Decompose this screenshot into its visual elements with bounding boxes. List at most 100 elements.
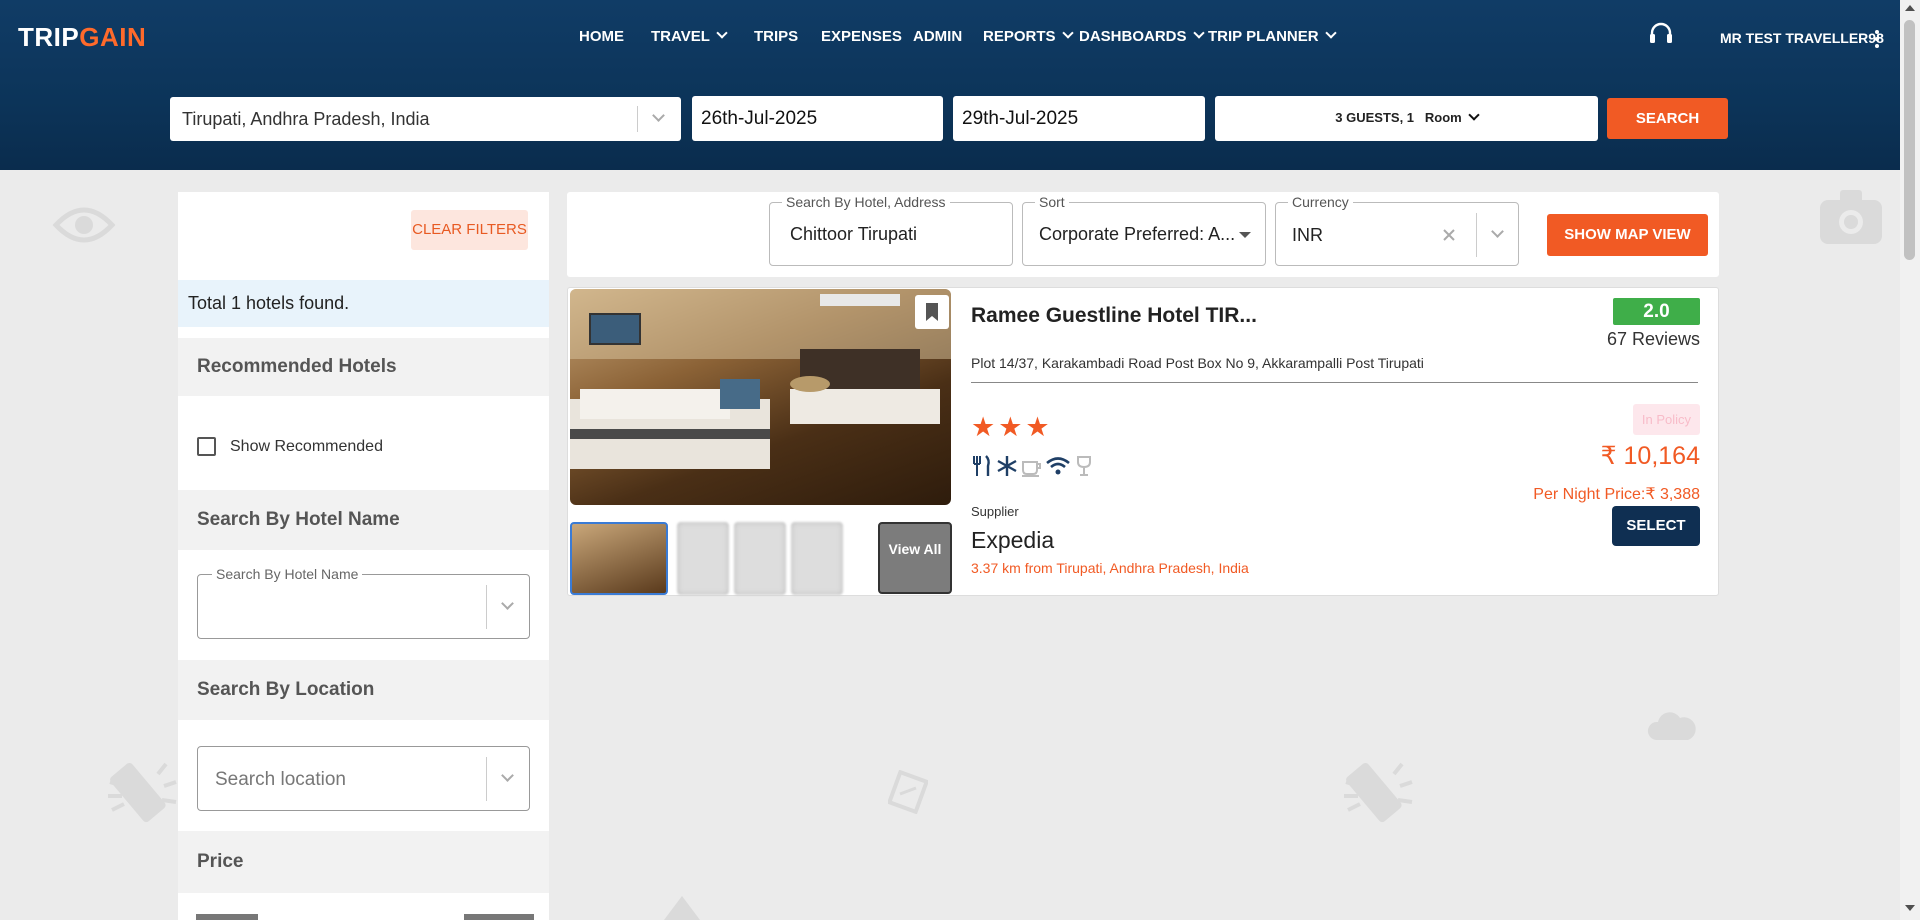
currency-value: INR <box>1292 225 1323 245</box>
chevron-down-icon <box>1468 109 1480 121</box>
bookmark-button[interactable] <box>915 295 949 329</box>
select-hotel-button[interactable]: SELECT <box>1612 506 1700 546</box>
checkin-date-field[interactable]: 26th-Jul-2025 <box>692 96 943 141</box>
search-button[interactable]: SEARCH <box>1607 98 1728 139</box>
clear-filters-button[interactable]: CLEAR FILTERS <box>411 210 528 250</box>
ticket-doodle-icon <box>888 770 928 814</box>
clear-x-icon[interactable] <box>1442 228 1456 242</box>
nav-admin[interactable]: ADMIN <box>913 28 962 45</box>
top-header: TRIPGAIN HOME TRAVEL TRIPS EXPENSES ADMI… <box>0 0 1900 170</box>
divider <box>486 757 487 801</box>
checkout-date: 29th-Jul-2025 <box>962 108 1079 129</box>
recommended-hotels-heading: Recommended Hotels <box>178 338 549 396</box>
supplier-label: Supplier <box>971 504 1019 519</box>
page-scrollbar[interactable] <box>1900 0 1920 920</box>
distance-text: 3.37 km from Tirupati, Andhra Pradesh, I… <box>971 560 1249 576</box>
chevron-down-icon[interactable] <box>1491 225 1504 238</box>
thumbnail-2[interactable] <box>677 522 729 595</box>
more-menu-icon[interactable] <box>1874 30 1880 48</box>
scroll-up-arrow-icon[interactable] <box>1905 5 1915 11</box>
rating-badge: 2.0 <box>1613 298 1700 325</box>
thumbnail-3[interactable] <box>734 522 786 595</box>
location-search-select[interactable]: Search location <box>197 746 530 811</box>
show-recommended-checkbox[interactable] <box>197 437 216 456</box>
guests-rooms-selector[interactable]: 3 GUESTS, 1 Room <box>1215 96 1598 141</box>
ac-snowflake-icon <box>997 456 1017 476</box>
total-results-text: Total 1 hotels found. <box>178 280 549 327</box>
amenities-row <box>971 454 1101 480</box>
total-price: ₹ 10,164 <box>1600 442 1700 470</box>
destination-value: Tirupati, Andhra Pradesh, India <box>182 109 430 129</box>
hotel-name-legend: Search By Hotel Name <box>212 566 363 582</box>
hotel-room-image <box>570 289 951 469</box>
divider <box>1476 213 1477 257</box>
nav-home[interactable]: HOME <box>579 28 624 45</box>
bar-glass-icon <box>1077 456 1091 476</box>
filter-panel: CLEAR FILTERS Total 1 hotels found. Reco… <box>178 192 549 920</box>
checkout-date-field[interactable]: 29th-Jul-2025 <box>953 96 1205 141</box>
currency-select[interactable]: Currency INR <box>1275 194 1519 266</box>
chevron-down-icon[interactable] <box>501 769 514 782</box>
bookmark-icon <box>926 303 938 321</box>
main-nav: HOME TRAVEL TRIPS EXPENSES ADMIN REPORTS… <box>0 27 1900 50</box>
nav-travel[interactable]: TRAVEL <box>651 27 728 45</box>
chevron-down-icon <box>716 27 728 39</box>
divider <box>637 106 638 132</box>
user-name[interactable]: MR TEST TRAVELLER98 <box>1720 30 1884 46</box>
view-all-photos-button[interactable]: View All <box>878 522 952 594</box>
show-recommended-label[interactable]: Show Recommended <box>230 438 383 456</box>
star-rating: ★★★ <box>971 412 1053 442</box>
nav-trips[interactable]: TRIPS <box>754 28 798 45</box>
chip-doodle-icon <box>1344 762 1413 823</box>
chevron-down-icon <box>1061 27 1074 39</box>
restaurant-icon <box>973 455 990 476</box>
hotel-name-search-select[interactable]: Search By Hotel Name <box>197 566 530 639</box>
nav-expenses[interactable]: EXPENSES <box>821 28 902 45</box>
search-by-hotel-name-heading: Search By Hotel Name <box>178 490 549 550</box>
chevron-down-icon[interactable] <box>501 597 514 610</box>
checkin-date: 26th-Jul-2025 <box>701 108 818 129</box>
camera-doodle-icon <box>1820 190 1882 244</box>
sort-legend: Sort <box>1035 194 1069 210</box>
sort-select[interactable]: Sort Corporate Preferred: A... <box>1022 194 1266 266</box>
supplier-name: Expedia <box>971 527 1055 553</box>
hotel-main-photo[interactable] <box>570 289 951 505</box>
nav-reports[interactable]: REPORTS <box>983 27 1074 45</box>
price-min-handle[interactable] <box>196 914 258 920</box>
currency-legend: Currency <box>1288 194 1353 210</box>
eye-doodle-icon <box>52 207 116 243</box>
search-by-location-heading: Search By Location <box>178 660 549 720</box>
reviews-count[interactable]: 67 Reviews <box>1568 329 1700 350</box>
results-toolbar: Search By Hotel, Address Chittoor Tirupa… <box>567 192 1719 277</box>
thumbnail-4[interactable] <box>791 522 843 595</box>
diamond-doodle-icon <box>664 896 700 920</box>
hotel-address-search-input[interactable]: Search By Hotel, Address Chittoor Tirupa… <box>769 194 1013 266</box>
search-legend: Search By Hotel, Address <box>782 194 950 210</box>
per-night-price: Per Night Price:₹ 3,388 <box>1533 486 1700 503</box>
guests-rooms-label: 3 GUESTS, 1 Room <box>1215 109 1598 125</box>
location-placeholder: Search location <box>215 769 346 790</box>
show-map-view-button[interactable]: SHOW MAP VIEW <box>1547 214 1708 256</box>
scrollbar-thumb[interactable] <box>1904 20 1915 260</box>
destination-select[interactable]: Tirupati, Andhra Pradesh, India <box>170 97 681 141</box>
divider <box>486 585 487 629</box>
in-policy-badge: In Policy <box>1633 404 1700 435</box>
headset-support-icon[interactable] <box>1648 22 1674 46</box>
caret-down-icon <box>1239 232 1251 238</box>
cloud-doodle-icon <box>1647 712 1696 740</box>
hotel-name[interactable]: Ramee Guestline Hotel TIR... <box>971 304 1257 328</box>
price-heading: Price <box>178 831 549 893</box>
chevron-down-icon <box>1192 27 1205 39</box>
nav-dashboards[interactable]: DASHBOARDS <box>1079 27 1205 45</box>
hotel-card: View All Ramee Guestline Hotel TIR... Pl… <box>567 287 1719 596</box>
search-value: Chittoor Tirupati <box>790 224 918 244</box>
wifi-icon <box>1046 457 1070 475</box>
chevron-down-icon[interactable] <box>652 109 665 122</box>
scroll-down-arrow-icon[interactable] <box>1905 905 1915 911</box>
nav-trip-planner[interactable]: TRIP PLANNER <box>1208 27 1337 45</box>
chevron-down-icon <box>1324 27 1337 39</box>
price-max-handle[interactable] <box>464 914 534 920</box>
coffee-icon <box>1022 461 1041 477</box>
sort-value: Corporate Preferred: A... <box>1039 224 1236 244</box>
thumbnail-1[interactable] <box>570 522 668 595</box>
